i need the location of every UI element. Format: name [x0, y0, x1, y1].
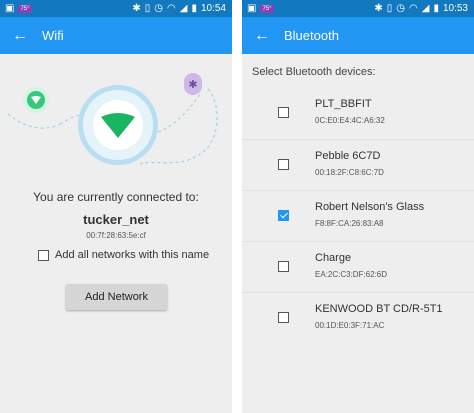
bluetooth-screen: ▣ 75° ✱ ▯ ◷ ◠ ◢ ▮ 10:53 ← Bluetooth Sele…: [242, 0, 474, 413]
add-all-networks-option[interactable]: Add all networks with this name: [38, 249, 209, 261]
device-checkbox[interactable]: [278, 107, 289, 118]
alarm-icon: ◷: [154, 2, 164, 14]
back-arrow-icon[interactable]: ←: [254, 27, 280, 45]
list-item[interactable]: Pebble 6C7D 00:18:2F:C8:6C:7D: [242, 139, 474, 190]
list-item[interactable]: KENWOOD BT CD/R-5T1 00:1D:E0:3F:71:AC: [242, 292, 474, 343]
device-checkbox[interactable]: [278, 312, 289, 323]
app-toolbar: ← Bluetooth: [242, 17, 474, 54]
back-arrow-icon[interactable]: ←: [12, 27, 38, 45]
page-title: Wifi: [42, 28, 64, 43]
clock: 10:53: [442, 3, 468, 14]
bluetooth-status-icon: ✱: [374, 2, 383, 14]
small-bluetooth-icon: ✱: [184, 73, 202, 95]
clock: 10:54: [200, 3, 226, 14]
device-name: Pebble 6C7D: [315, 150, 381, 162]
device-checkbox[interactable]: [278, 261, 289, 272]
app-toolbar: ← Wifi: [0, 17, 232, 54]
weather-badge: 75°: [18, 4, 32, 13]
add-network-button[interactable]: Add Network: [66, 284, 167, 310]
wifi-status-icon: ◠: [167, 2, 176, 14]
network-ssid: tucker_net: [83, 212, 149, 227]
weather-badge: 75°: [260, 4, 274, 13]
device-list-header: Select Bluetooth devices:: [252, 66, 376, 78]
page-title: Bluetooth: [284, 28, 339, 43]
battery-icon: ▮: [191, 2, 197, 14]
battery-icon: ▮: [433, 2, 439, 14]
device-mac-address: 00:18:2F:C8:6C:7D: [315, 168, 384, 177]
device-name: Robert Nelson's Glass: [315, 201, 425, 213]
device-name: KENWOOD BT CD/R-5T1: [315, 303, 443, 315]
large-wifi-icon: [78, 85, 158, 165]
signal-icon: ◢: [179, 2, 188, 14]
signal-icon: ◢: [421, 2, 430, 14]
add-all-networks-checkbox[interactable]: [38, 249, 49, 261]
list-item[interactable]: Charge EA:2C:C3:DF:62:6D: [242, 241, 474, 292]
wifi-illustration: ✱: [0, 54, 232, 176]
device-mac-address: F8:8F:CA:26:83:A8: [315, 219, 384, 228]
add-all-networks-label: Add all networks with this name: [55, 249, 210, 261]
wifi-screen: ▣ 75° ✱ ▯ ◷ ◠ ◢ ▮ 10:54 ← Wifi ✱ You are…: [0, 0, 232, 413]
image-notification-icon: ▣: [247, 2, 257, 14]
device-mac-address: 00:1D:E0:3F:71:AC: [315, 321, 385, 330]
device-name: PLT_BBFIT: [315, 98, 372, 110]
network-mac-address: 00:7f:28:63:5e:cf: [86, 231, 146, 240]
small-wifi-icon: [23, 87, 49, 113]
list-item[interactable]: Robert Nelson's Glass F8:8F:CA:26:83:A8: [242, 190, 474, 241]
vibrate-icon: ▯: [144, 2, 151, 14]
device-checkbox[interactable]: [278, 210, 289, 221]
image-notification-icon: ▣: [5, 2, 15, 14]
alarm-icon: ◷: [396, 2, 406, 14]
connected-label: You are currently connected to:: [33, 190, 199, 204]
device-mac-address: 0C:E0:E4:4C:A6:32: [315, 116, 385, 125]
device-list: PLT_BBFIT 0C:E0:E4:4C:A6:32 Pebble 6C7D …: [242, 88, 474, 343]
device-name: Charge: [315, 252, 352, 264]
wifi-status-icon: ◠: [409, 2, 418, 14]
bluetooth-status-icon: ✱: [132, 2, 141, 14]
vibrate-icon: ▯: [386, 2, 393, 14]
list-item[interactable]: PLT_BBFIT 0C:E0:E4:4C:A6:32: [242, 88, 474, 139]
status-bar: ▣ 75° ✱ ▯ ◷ ◠ ◢ ▮ 10:53: [242, 0, 474, 17]
device-mac-address: EA:2C:C3:DF:62:6D: [315, 270, 388, 279]
device-checkbox[interactable]: [278, 159, 289, 170]
status-bar: ▣ 75° ✱ ▯ ◷ ◠ ◢ ▮ 10:54: [0, 0, 232, 17]
